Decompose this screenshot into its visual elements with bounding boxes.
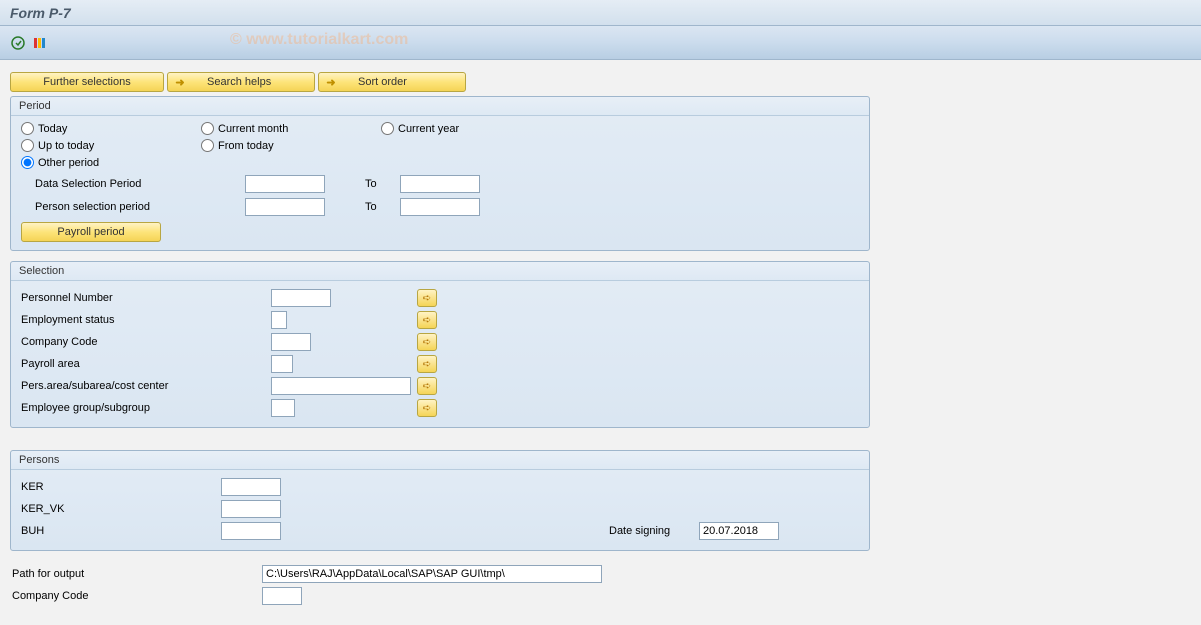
title-bar: Form P-7 [0, 0, 1201, 26]
company-code-footer-input[interactable] [262, 587, 302, 605]
buh-label: BUH [21, 525, 221, 537]
further-selections-button[interactable]: Further selections [10, 72, 164, 92]
employee-group-label: Employee group/subgroup [21, 402, 271, 414]
date-signing-input[interactable] [699, 522, 779, 540]
arrow-right-icon: ➜ [324, 75, 338, 89]
path-output-label: Path for output [12, 568, 262, 580]
date-signing-label: Date signing [609, 525, 699, 537]
employee-group-input[interactable] [271, 399, 295, 417]
payroll-area-multi-icon[interactable]: ➪ [417, 355, 437, 373]
personnel-number-input[interactable] [271, 289, 331, 307]
radio-current-month[interactable]: Current month [201, 122, 381, 135]
radio-other-period[interactable]: Other period [21, 156, 201, 169]
watermark: © www.tutorialkart.com [230, 31, 408, 49]
employment-status-label: Employment status [21, 314, 271, 326]
selection-group: Selection Personnel Number ➪ Employment … [10, 261, 870, 428]
pers-area-multi-icon[interactable]: ➪ [417, 377, 437, 395]
radio-from-today[interactable]: From today [201, 139, 381, 152]
employment-status-multi-icon[interactable]: ➪ [417, 311, 437, 329]
personnel-number-multi-icon[interactable]: ➪ [417, 289, 437, 307]
action-button-row: Further selections ➜ Search helps ➜ Sort… [10, 72, 1191, 92]
content-area: Further selections ➜ Search helps ➜ Sort… [0, 60, 1201, 617]
pers-area-input[interactable] [271, 377, 411, 395]
company-code-label: Company Code [21, 336, 271, 348]
employee-group-multi-icon[interactable]: ➪ [417, 399, 437, 417]
search-helps-button[interactable]: ➜ Search helps [167, 72, 315, 92]
variant-icon[interactable] [31, 35, 47, 51]
company-code-multi-icon[interactable]: ➪ [417, 333, 437, 351]
to-label: To [365, 201, 400, 213]
buh-input[interactable] [221, 522, 281, 540]
selection-title: Selection [11, 262, 869, 281]
execute-icon[interactable] [10, 35, 26, 51]
kervk-input[interactable] [221, 500, 281, 518]
ker-input[interactable] [221, 478, 281, 496]
arrow-right-icon: ➜ [173, 75, 187, 89]
to-label: To [365, 178, 400, 190]
page-title: Form P-7 [10, 5, 71, 21]
company-code-input[interactable] [271, 333, 311, 351]
search-helps-label: Search helps [207, 76, 271, 88]
persons-group: Persons KER KER_VK BUH Date signing [10, 450, 870, 551]
sort-order-label: Sort order [358, 76, 407, 88]
data-selection-to-input[interactable] [400, 175, 480, 193]
data-selection-label: Data Selection Period [35, 178, 245, 190]
person-selection-to-input[interactable] [400, 198, 480, 216]
sort-order-button[interactable]: ➜ Sort order [318, 72, 466, 92]
period-group: Period Today Current month Current year … [10, 96, 870, 251]
employment-status-input[interactable] [271, 311, 287, 329]
pers-area-label: Pers.area/subarea/cost center [21, 380, 271, 392]
kervk-label: KER_VK [21, 503, 221, 515]
person-selection-label: Person selection period [35, 201, 245, 213]
ker-label: KER [21, 481, 221, 493]
person-selection-from-input[interactable] [245, 198, 325, 216]
personnel-number-label: Personnel Number [21, 292, 271, 304]
radio-today[interactable]: Today [21, 122, 201, 135]
payroll-period-button[interactable]: Payroll period [21, 222, 161, 242]
company-code-footer-label: Company Code [12, 590, 262, 602]
radio-current-year[interactable]: Current year [381, 122, 561, 135]
period-title: Period [11, 97, 869, 116]
path-output-input[interactable] [262, 565, 602, 583]
payroll-area-label: Payroll area [21, 358, 271, 370]
payroll-area-input[interactable] [271, 355, 293, 373]
radio-up-to-today[interactable]: Up to today [21, 139, 201, 152]
data-selection-from-input[interactable] [245, 175, 325, 193]
persons-title: Persons [11, 451, 869, 470]
toolbar: © www.tutorialkart.com [0, 26, 1201, 60]
